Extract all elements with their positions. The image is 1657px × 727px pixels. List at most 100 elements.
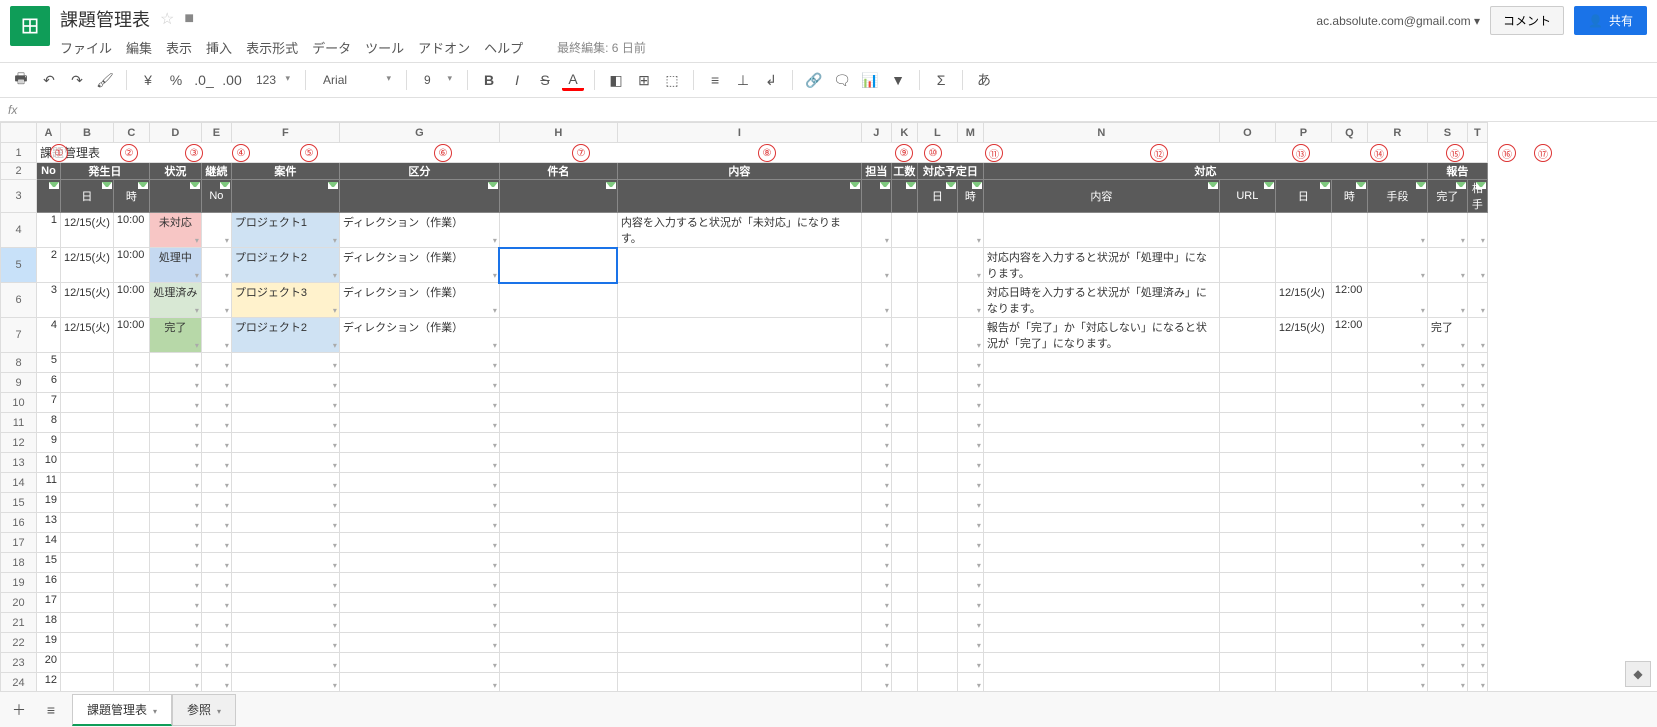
- cell[interactable]: [61, 413, 114, 433]
- cell[interactable]: ▾: [957, 473, 983, 493]
- row-header-19[interactable]: 19: [1, 573, 37, 593]
- dropdown-arrow-icon[interactable]: ▾: [195, 581, 199, 590]
- cell-time[interactable]: 10:00: [113, 318, 149, 353]
- cell[interactable]: ▾: [957, 353, 983, 373]
- cell[interactable]: ▾: [1367, 513, 1427, 533]
- cell[interactable]: ▾: [1467, 533, 1487, 553]
- cell[interactable]: [917, 433, 957, 453]
- menu-挿入[interactable]: 挿入: [206, 38, 232, 57]
- cell-no[interactable]: 6: [37, 373, 61, 393]
- cell[interactable]: [617, 373, 861, 393]
- cell-no[interactable]: 19: [37, 633, 61, 653]
- hdr-hassei[interactable]: 発生日: [61, 163, 150, 180]
- cell[interactable]: [1331, 453, 1367, 473]
- cell[interactable]: [1275, 513, 1331, 533]
- cell[interactable]: ▾: [1467, 453, 1487, 473]
- dropdown-arrow-icon[interactable]: ▾: [195, 601, 199, 610]
- cell[interactable]: [983, 633, 1219, 653]
- cell[interactable]: [499, 283, 617, 318]
- dropdown-arrow-icon[interactable]: ▾: [1421, 441, 1425, 450]
- row-header-20[interactable]: 20: [1, 593, 37, 613]
- col-header-I[interactable]: I: [617, 123, 861, 143]
- cell-date[interactable]: 12/15(火): [61, 283, 114, 318]
- dropdown-arrow-icon[interactable]: ▾: [885, 361, 889, 370]
- row-header-22[interactable]: 22: [1, 633, 37, 653]
- star-icon[interactable]: ☆: [160, 9, 174, 29]
- sub-blank3[interactable]: [231, 180, 339, 213]
- cell[interactable]: [1275, 533, 1331, 553]
- dropdown-arrow-icon[interactable]: ▾: [885, 601, 889, 610]
- dropdown-arrow-icon[interactable]: ▾: [1421, 236, 1425, 245]
- cell[interactable]: [917, 413, 957, 433]
- sub-aite[interactable]: 相手: [1467, 180, 1487, 213]
- dropdown-arrow-icon[interactable]: ▾: [493, 561, 497, 570]
- dropdown-arrow-icon[interactable]: ▾: [977, 361, 981, 370]
- v-align-icon[interactable]: ⊥: [732, 69, 754, 91]
- sub-ji3[interactable]: 時: [1331, 180, 1367, 213]
- cell[interactable]: ▾: [149, 493, 201, 513]
- dropdown-arrow-icon[interactable]: ▾: [225, 381, 229, 390]
- dropdown-arrow-icon[interactable]: ▾: [1481, 641, 1485, 650]
- menu-データ[interactable]: データ: [312, 38, 351, 57]
- cell-cont[interactable]: ▾: [201, 318, 231, 353]
- cell[interactable]: [113, 393, 149, 413]
- dropdown-arrow-icon[interactable]: ▾: [1481, 501, 1485, 510]
- dropdown-arrow-icon[interactable]: ▾: [1421, 481, 1425, 490]
- sub-kanryo[interactable]: 完了: [1427, 180, 1467, 213]
- cell-taio-naiyo[interactable]: [983, 213, 1219, 248]
- cell-project[interactable]: プロジェクト1▾: [231, 213, 339, 248]
- cell[interactable]: [617, 513, 861, 533]
- dropdown-arrow-icon[interactable]: ▾: [1481, 401, 1485, 410]
- cell[interactable]: ▾: [231, 673, 339, 692]
- cell[interactable]: ▾: [201, 373, 231, 393]
- hdr-taio[interactable]: 対応: [983, 163, 1427, 180]
- dropdown-arrow-icon[interactable]: ▾: [1461, 481, 1465, 490]
- cell[interactable]: ▾: [149, 433, 201, 453]
- cell-no[interactable]: 1: [37, 213, 61, 248]
- cell[interactable]: ▾: [861, 673, 891, 692]
- dropdown-arrow-icon[interactable]: ▾: [333, 361, 337, 370]
- cell[interactable]: [917, 373, 957, 393]
- cell-kanryo[interactable]: ▾: [1427, 213, 1467, 248]
- cell-status[interactable]: 処理中▾: [149, 248, 201, 283]
- filter-toggle-icon[interactable]: [488, 182, 498, 189]
- cell[interactable]: [1219, 513, 1275, 533]
- cell-date[interactable]: 12/15(火): [61, 248, 114, 283]
- dropdown-arrow-icon[interactable]: ▾: [333, 401, 337, 410]
- sub-hi2[interactable]: 日: [917, 180, 957, 213]
- filter-toggle-icon[interactable]: [1208, 182, 1218, 189]
- cell[interactable]: [61, 433, 114, 453]
- dropdown-arrow-icon[interactable]: ▾: [1481, 381, 1485, 390]
- cell-time[interactable]: 10:00: [113, 283, 149, 318]
- dropdown-arrow-icon[interactable]: ▾: [1421, 521, 1425, 530]
- cell[interactable]: ▾: [1467, 248, 1487, 283]
- dropdown-arrow-icon[interactable]: ▾: [493, 661, 497, 670]
- cell[interactable]: [617, 573, 861, 593]
- dropdown-arrow-icon[interactable]: ▾: [493, 306, 497, 315]
- cell[interactable]: ▾: [1367, 433, 1427, 453]
- cell[interactable]: [499, 593, 617, 613]
- cell[interactable]: [61, 593, 114, 613]
- cell[interactable]: ▾: [1367, 413, 1427, 433]
- row-header-24[interactable]: 24: [1, 673, 37, 692]
- cell[interactable]: [113, 633, 149, 653]
- cell-taio-date[interactable]: 12/15(火): [1275, 318, 1331, 353]
- dropdown-arrow-icon[interactable]: ▾: [225, 421, 229, 430]
- dropdown-arrow-icon[interactable]: ▾: [195, 521, 199, 530]
- cell[interactable]: ▾: [1467, 513, 1487, 533]
- cell[interactable]: ▾: [1367, 493, 1427, 513]
- cell[interactable]: [617, 633, 861, 653]
- dropdown-arrow-icon[interactable]: ▾: [225, 441, 229, 450]
- tab-dropdown-icon[interactable]: ▾: [217, 707, 221, 716]
- row-header-3[interactable]: 3: [1, 180, 37, 213]
- explore-icon[interactable]: ◆: [1625, 661, 1651, 687]
- hdr-kosu[interactable]: 工数: [891, 163, 917, 180]
- cell[interactable]: [1275, 633, 1331, 653]
- dropdown-arrow-icon[interactable]: ▾: [977, 236, 981, 245]
- cell-taio-naiyo[interactable]: 対応内容を入力すると状況が「処理中」になります。: [983, 248, 1219, 283]
- link-icon[interactable]: 🔗: [803, 69, 825, 91]
- dropdown-arrow-icon[interactable]: ▾: [195, 401, 199, 410]
- row-header-1[interactable]: 1: [1, 143, 37, 163]
- row-header-7[interactable]: 7: [1, 318, 37, 353]
- cell[interactable]: ▾: [1427, 553, 1467, 573]
